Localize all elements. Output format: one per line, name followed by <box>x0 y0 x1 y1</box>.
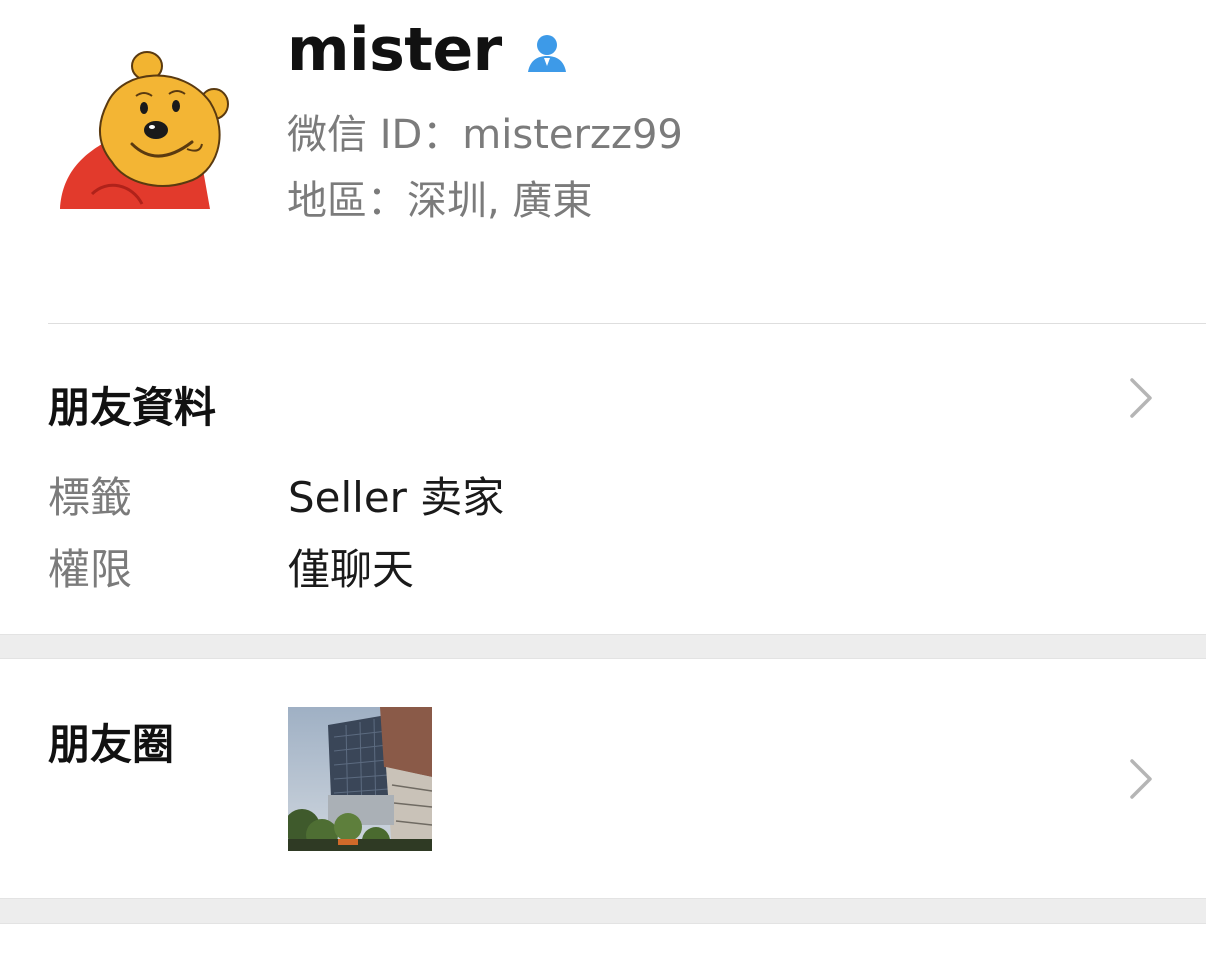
tags-label: 標籤 <box>48 473 133 522</box>
section-gap <box>0 634 1206 659</box>
friend-info-section[interactable]: 朋友資料 標籤 Seller 卖家 權限 僅聊天 <box>0 324 1206 634</box>
region: 地區：深圳, 廣東 <box>287 178 593 224</box>
permission-label: 權限 <box>48 545 133 594</box>
profile-header: mister 微信 ID：misterzz99 地區：深圳, 廣東 <box>0 0 1206 323</box>
name-row: mister <box>287 14 570 86</box>
friend-info-title: 朋友資料 <box>48 383 217 432</box>
avatar[interactable] <box>52 44 232 214</box>
winnie-the-pooh-avatar <box>60 51 229 209</box>
permission-value: 僅聊天 <box>288 545 415 594</box>
moments-section[interactable]: 朋友圈 <box>0 659 1206 898</box>
section-gap <box>0 898 1206 924</box>
profile-name: mister <box>287 15 502 85</box>
building-photo-thumbnail[interactable] <box>288 707 432 851</box>
chevron-right-icon[interactable] <box>1126 376 1156 420</box>
contact-person-icon <box>524 30 570 76</box>
next-section <box>0 924 1206 953</box>
chevron-right-icon[interactable] <box>1126 757 1156 801</box>
moments-title: 朋友圈 <box>48 720 175 769</box>
wechat-id: 微信 ID：misterzz99 <box>287 112 683 158</box>
tags-value: Seller 卖家 <box>288 473 505 522</box>
